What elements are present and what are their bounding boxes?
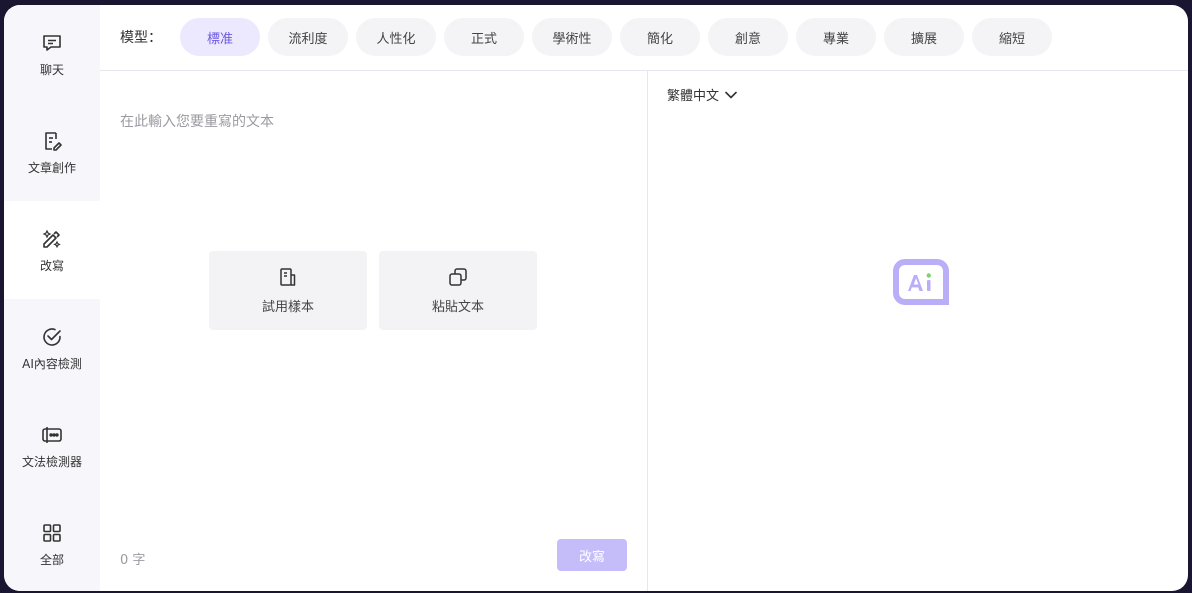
try-sample-button[interactable]: 試用樣本 <box>209 251 367 330</box>
mode-chip-simplify[interactable]: 簡化 <box>620 18 700 56</box>
copy-icon <box>449 268 467 286</box>
mode-chip-shorten[interactable]: 縮短 <box>972 18 1052 56</box>
grid-icon <box>43 523 61 542</box>
word-count: 0 字 <box>120 553 146 568</box>
chevron-down-icon <box>725 91 737 98</box>
sidebar-item-ai-detect[interactable]: AI內容檢測 <box>4 299 100 397</box>
sidebar-item-rewrite[interactable]: 改寫 <box>4 201 100 299</box>
sidebar: 聊天 文章創作 改寫 AI內容檢測 文法檢測器 全部 <box>4 5 100 591</box>
mode-chip-humanize[interactable]: 人性化 <box>356 18 436 56</box>
ai-logo-icon <box>893 259 949 305</box>
mode-chip-academic[interactable]: 學術性 <box>532 18 612 56</box>
mode-toolbar: 模型： 標准 流利度 人性化 正式 學術性 簡化 創意 專業 擴展 縮短 <box>100 5 1188 71</box>
sidebar-item-label: 文法檢測器 <box>21 454 82 469</box>
sidebar-item-grammar[interactable]: 文法檢測器 <box>4 397 100 495</box>
rewrite-icon <box>42 229 61 248</box>
mode-chip-fluency[interactable]: 流利度 <box>268 18 348 56</box>
mode-chip-standard[interactable]: 標准 <box>180 18 260 56</box>
input-panel[interactable]: 在此輸入您要重寫的文本 試用樣本 粘貼文本 0 字 改寫 <box>100 71 648 591</box>
article-edit-icon <box>45 131 62 151</box>
input-placeholder[interactable]: 在此輸入您要重寫的文本 <box>120 111 274 131</box>
paste-text-label: 粘貼文本 <box>431 300 484 315</box>
sidebar-item-chat[interactable]: 聊天 <box>4 5 100 103</box>
mode-chip-expand[interactable]: 擴展 <box>884 18 964 56</box>
rewrite-button[interactable]: 改寫 <box>557 539 627 571</box>
paste-text-button[interactable]: 粘貼文本 <box>379 251 537 330</box>
mode-chip-professional[interactable]: 專業 <box>796 18 876 56</box>
sidebar-item-article[interactable]: 文章創作 <box>4 103 100 201</box>
language-dropdown[interactable]: 繁體中文 <box>667 85 737 104</box>
sidebar-item-label: 全部 <box>39 552 64 567</box>
sidebar-item-label: AI內容檢測 <box>22 356 82 371</box>
check-circle-icon <box>43 327 61 346</box>
mode-chip-formal[interactable]: 正式 <box>444 18 524 56</box>
model-label: 模型： <box>120 30 162 46</box>
sidebar-item-label: 聊天 <box>39 62 64 77</box>
chat-icon <box>43 34 61 51</box>
language-label: 繁體中文 <box>667 89 720 104</box>
document-icon <box>280 268 296 286</box>
sidebar-item-label: 文章創作 <box>27 160 76 175</box>
output-panel: 繁體中文 <box>648 71 1188 591</box>
try-sample-label: 試用樣本 <box>261 300 314 315</box>
mode-chip-creative[interactable]: 創意 <box>708 18 788 56</box>
sidebar-item-all[interactable]: 全部 <box>4 495 100 591</box>
sidebar-item-label: 改寫 <box>39 258 64 273</box>
app-window: 聊天 文章創作 改寫 AI內容檢測 文法檢測器 全部 模型： 標准 流利度 人性… <box>4 5 1188 591</box>
grammar-check-icon <box>42 426 62 443</box>
